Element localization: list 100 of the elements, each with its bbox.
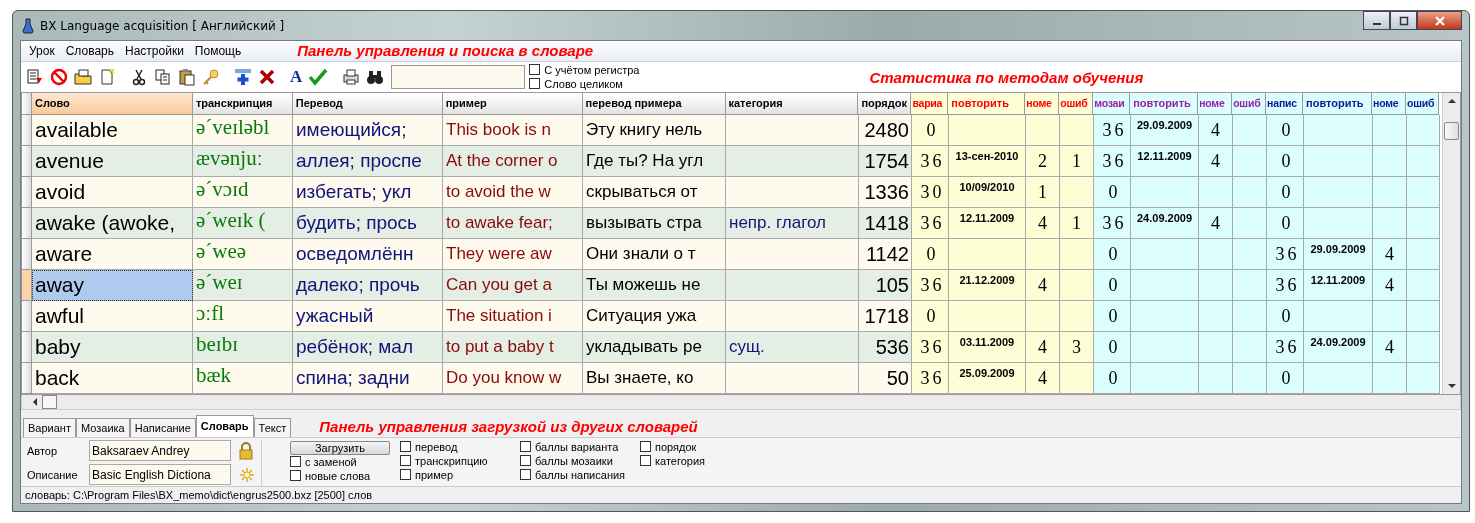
- table-cell: [1131, 332, 1199, 364]
- menu-item[interactable]: Урок: [24, 43, 61, 58]
- arrow-down-icon[interactable]: [1447, 383, 1456, 390]
- checkbox[interactable]: [640, 441, 651, 453]
- load-button[interactable]: Загрузить: [290, 440, 390, 455]
- column-header[interactable]: повторить: [948, 93, 1026, 116]
- table-cell: избегать; укл: [293, 177, 443, 209]
- column-header[interactable]: мозаи: [1093, 93, 1131, 116]
- checkbox[interactable]: [400, 469, 411, 481]
- checkbox-label: Слово целиком: [544, 77, 623, 90]
- table-cell: осведомлённ: [293, 239, 443, 271]
- table-cell: This book is n: [443, 115, 583, 147]
- table-cell: сущ.: [726, 332, 859, 364]
- checkbox-label: баллы мозаики: [535, 454, 613, 467]
- column-header[interactable]: Слово: [32, 93, 193, 116]
- maximize-button[interactable]: [1390, 11, 1417, 30]
- table-cell: 36: [912, 146, 949, 178]
- table-cell: [1304, 115, 1373, 147]
- table-cell: to awake fear;: [443, 208, 583, 240]
- column-header[interactable]: номе: [1372, 93, 1406, 116]
- table-cell: 0: [1094, 301, 1131, 333]
- close-button[interactable]: [1417, 11, 1462, 30]
- checkbox[interactable]: [520, 469, 531, 481]
- menu-item[interactable]: Словарь: [60, 43, 120, 58]
- column-header[interactable]: номе: [1025, 93, 1060, 116]
- tab[interactable]: Вариант: [23, 417, 76, 437]
- table-cell: скрываться от: [583, 177, 726, 209]
- padlock-icon[interactable]: [239, 441, 253, 460]
- table-cell: 03.11.2009: [949, 332, 1026, 364]
- row-indicator[interactable]: [22, 239, 32, 271]
- table-cell: 36: [912, 363, 949, 395]
- close-icon: [1433, 15, 1446, 26]
- arrow-left-icon[interactable]: [32, 398, 38, 407]
- checkbox-label: новые слова: [305, 469, 371, 482]
- scrollbar-thumb[interactable]: [42, 395, 57, 410]
- checkbox[interactable]: [520, 441, 531, 453]
- table-cell: 4: [1026, 270, 1060, 302]
- field-label: Описание: [27, 468, 79, 481]
- scrollbar-thumb[interactable]: [1444, 122, 1459, 141]
- vertical-scrollbar[interactable]: [1442, 93, 1460, 395]
- table-cell: [1304, 363, 1373, 395]
- table-cell: 29.09.2009: [1304, 239, 1373, 271]
- description-field[interactable]: Basic English Dictiona: [89, 464, 231, 486]
- checkbox[interactable]: [529, 78, 541, 90]
- table-cell: 4: [1026, 208, 1060, 240]
- table-cell: [1026, 115, 1060, 147]
- table-cell: [1407, 332, 1440, 364]
- column-header[interactable]: вариа: [911, 93, 949, 116]
- column-header[interactable]: транскрипция: [192, 93, 293, 116]
- table-cell: [1407, 239, 1440, 271]
- table-cell: [1373, 208, 1407, 240]
- table-cell: [1060, 239, 1094, 271]
- arrow-up-icon[interactable]: [1447, 98, 1456, 105]
- tab[interactable]: Мозаика: [75, 417, 130, 437]
- horizontal-scrollbar[interactable]: [21, 395, 1461, 411]
- row-indicator[interactable]: [22, 301, 32, 333]
- checkbox-label: баллы варианта: [535, 440, 619, 453]
- column-header[interactable]: напис: [1266, 93, 1304, 116]
- tab[interactable]: Текст: [253, 417, 292, 437]
- table-cell: ævənjuː: [193, 146, 293, 178]
- row-indicator[interactable]: [22, 146, 32, 178]
- column-header[interactable]: ошиб: [1232, 93, 1267, 116]
- table-cell: The situation i: [443, 301, 583, 333]
- column-header[interactable]: категория: [725, 93, 859, 116]
- column-header[interactable]: перевод примера: [582, 93, 726, 116]
- row-indicator[interactable]: [22, 208, 32, 240]
- tab[interactable]: Словарь: [195, 414, 254, 437]
- checkbox[interactable]: [520, 455, 531, 467]
- minimize-button[interactable]: [1363, 11, 1390, 30]
- checkbox[interactable]: [529, 64, 541, 76]
- table-cell: Do you know w: [443, 363, 583, 395]
- table-cell: 1418: [859, 208, 912, 240]
- column-header[interactable]: пример: [442, 93, 583, 116]
- column-header[interactable]: ошиб: [1406, 93, 1439, 116]
- checkbox[interactable]: [640, 455, 651, 467]
- search-field[interactable]: [391, 64, 526, 89]
- checkbox[interactable]: [290, 456, 301, 468]
- table-cell: baby: [32, 332, 193, 364]
- tab[interactable]: Написание: [129, 417, 196, 437]
- column-header[interactable]: Перевод: [292, 93, 443, 116]
- table-cell: Вы знаете, ко: [583, 363, 726, 395]
- menu-item[interactable]: Настройки: [120, 43, 190, 58]
- checkbox[interactable]: [400, 455, 411, 467]
- row-indicator[interactable]: [22, 332, 32, 364]
- column-header[interactable]: номе: [1198, 93, 1233, 116]
- font-button[interactable]: A: [287, 65, 306, 88]
- checkbox[interactable]: [400, 441, 411, 453]
- table-cell: 536: [859, 332, 912, 364]
- column-header[interactable]: ошиб: [1059, 93, 1094, 116]
- column-header[interactable]: повторить: [1130, 93, 1199, 116]
- table-cell: 0: [1267, 177, 1304, 209]
- table-cell: 1336: [859, 177, 912, 209]
- column-header[interactable]: порядок: [858, 93, 912, 116]
- author-field[interactable]: Baksaraev Andrey: [89, 440, 231, 462]
- column-header[interactable]: повторить: [1303, 93, 1372, 116]
- table-cell: [1233, 270, 1267, 302]
- menu-item[interactable]: Помощь: [189, 43, 248, 58]
- row-indicator[interactable]: [22, 115, 32, 147]
- row-indicator[interactable]: [22, 177, 32, 209]
- checkbox[interactable]: [290, 470, 301, 482]
